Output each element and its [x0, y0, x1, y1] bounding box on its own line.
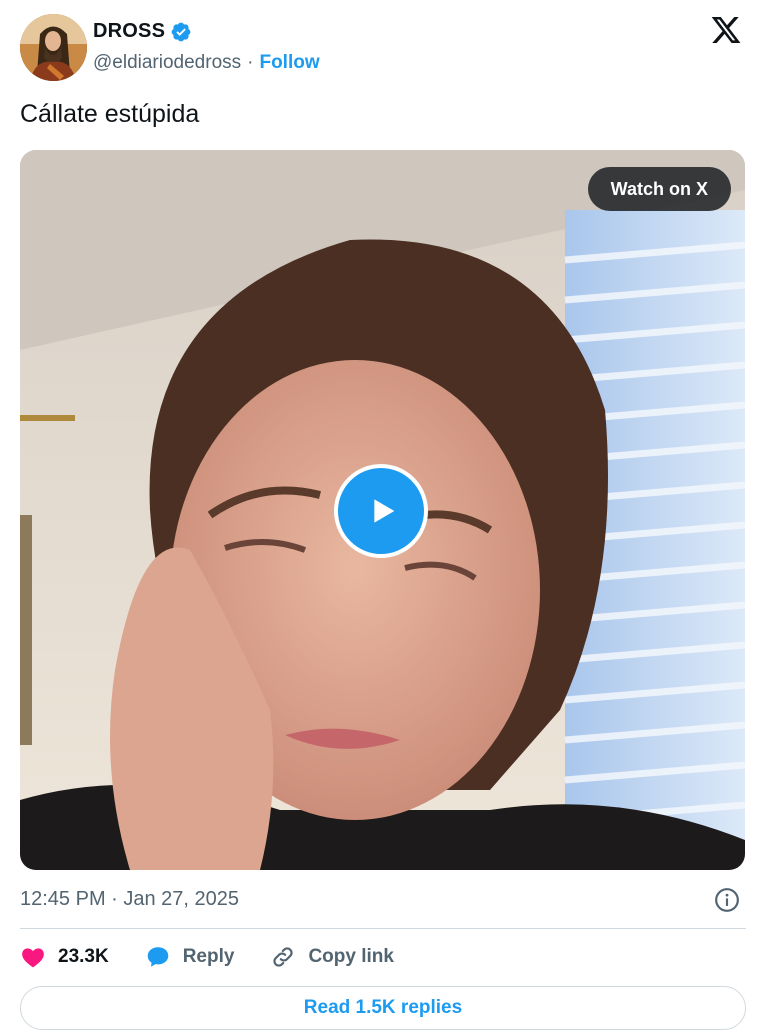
- x-logo-icon[interactable]: [710, 14, 742, 46]
- heart-icon: [22, 948, 44, 968]
- verified-badge-icon: [171, 22, 191, 41]
- copy-link-button[interactable]: Copy link: [270, 944, 394, 970]
- separator-dot: ·: [247, 52, 254, 73]
- like-button[interactable]: 23.3K: [20, 944, 109, 970]
- reply-button[interactable]: Reply: [145, 944, 235, 970]
- author-name[interactable]: DROSS: [93, 20, 165, 43]
- play-icon: [374, 499, 395, 523]
- divider: [20, 928, 746, 929]
- reply-bubble-icon: [147, 947, 168, 967]
- like-count: 23.3K: [58, 946, 109, 967]
- watch-on-x-button[interactable]: Watch on X: [587, 167, 731, 211]
- play-button[interactable]: [334, 464, 428, 558]
- info-icon[interactable]: [714, 887, 740, 913]
- tweet-timestamp[interactable]: 12:45 PM · Jan 27, 2025: [20, 888, 239, 911]
- author-handle[interactable]: @eldiariodedross: [93, 52, 241, 74]
- tweet-actions: 23.3K Reply Copy link: [20, 940, 430, 974]
- read-replies-button[interactable]: Read 1.5K replies: [20, 986, 746, 1030]
- copy-link-label: Copy link: [308, 946, 394, 967]
- embedded-tweet-card: DROSS @eldiariodedross · Follow Cállate …: [0, 0, 768, 1030]
- tweet-text: Cállate estúpida: [20, 100, 200, 128]
- author-avatar[interactable]: [20, 14, 87, 81]
- author-name-row: DROSS: [93, 20, 192, 43]
- video-player[interactable]: Watch on X: [20, 150, 745, 870]
- follow-button[interactable]: Follow: [259, 52, 319, 74]
- reply-label: Reply: [182, 946, 235, 967]
- author-handle-row: @eldiariodedross · Follow: [93, 52, 320, 74]
- link-icon: [273, 947, 294, 967]
